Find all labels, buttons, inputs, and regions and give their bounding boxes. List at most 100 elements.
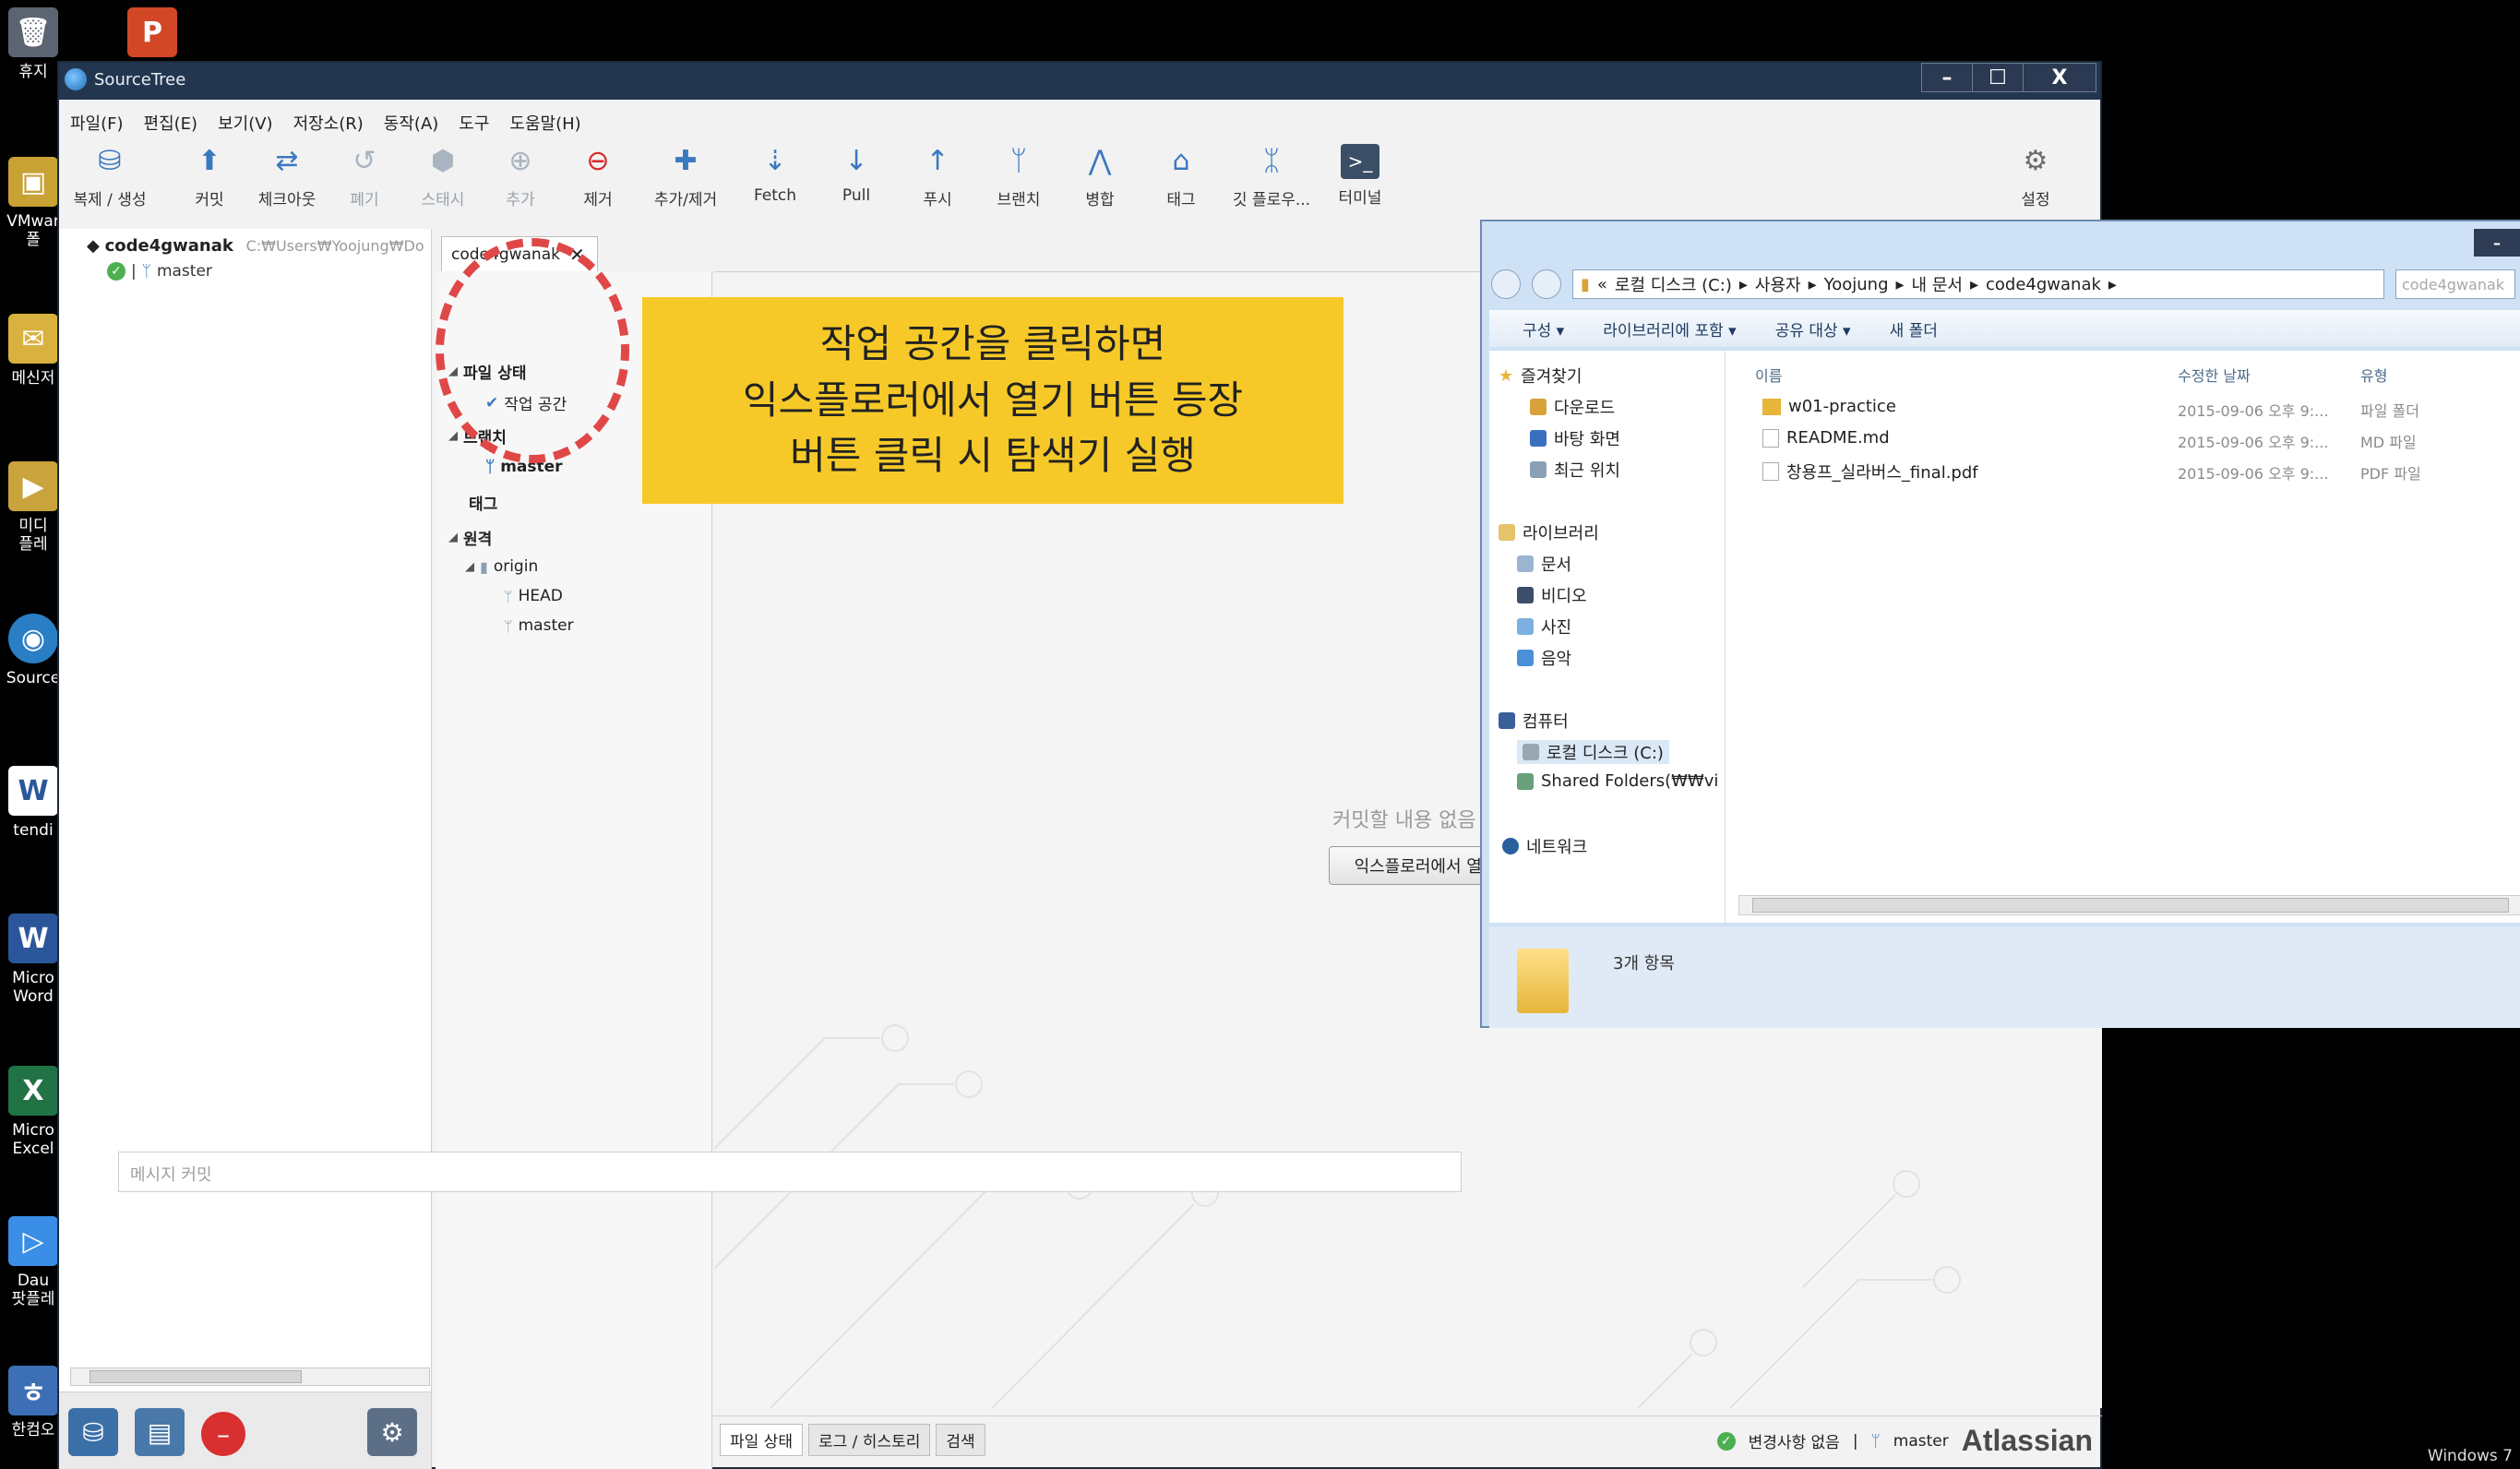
repo-bookmark[interactable]: ◆ code4gwanak C:₩Users₩Yoojung₩Do — [87, 236, 424, 256]
tag-button[interactable]: ⌂ 태그 — [1142, 140, 1220, 210]
settings-button[interactable]: ⚙ 설정 — [1997, 140, 2074, 210]
commit-button[interactable]: ⬆ 커밋 — [177, 140, 242, 210]
network-drive-icon — [1517, 772, 1534, 790]
desktop-icon-potplayer[interactable]: ▷ Dau 팟플레 — [6, 1216, 61, 1318]
back-button[interactable] — [1491, 269, 1521, 299]
discard-button[interactable]: ↺ 폐기 — [332, 140, 397, 210]
desktop-icon-recycle-bin[interactable]: 🗑 휴지 — [6, 7, 61, 109]
breadcrumb-local-disk[interactable]: 로컬 디스크 (C:) — [1615, 272, 1732, 296]
column-modified[interactable]: 수정한 날짜 — [2178, 364, 2251, 386]
tree-origin-head[interactable]: ᛘ HEAD — [504, 587, 563, 605]
desktop-icon-sourcetree[interactable]: ◉ Source — [6, 614, 61, 715]
tab-log-history[interactable]: 로그 / 히스토리 — [807, 1424, 931, 1456]
nav-label: 라이브러리 — [1523, 524, 1599, 543]
tree-tags[interactable]: 태그 — [469, 491, 497, 514]
search-input[interactable]: code4gwanak — [2395, 269, 2515, 299]
fetch-button[interactable]: ⇣ Fetch — [736, 140, 814, 206]
desktop-icon-messenger[interactable]: ✉ 메신저 — [6, 314, 61, 415]
database-add-icon: ⛁ — [82, 1416, 104, 1448]
add-remove-icon: ✚ — [674, 144, 698, 177]
terminal-button[interactable]: >_ 터미널 — [1321, 140, 1399, 208]
nav-libraries[interactable]: 라이브러리 — [1499, 520, 1599, 544]
forward-button[interactable] — [1532, 269, 1561, 299]
file-row[interactable]: 창용프_실라버스_final.pdf — [1762, 460, 1978, 484]
nav-network[interactable]: 네트워크 — [1502, 834, 1587, 858]
include-library-button[interactable]: 라이브러리에 포함 ▾ — [1603, 317, 1736, 340]
remove-button[interactable]: ⊖ 제거 — [559, 140, 637, 210]
minimize-button[interactable]: – — [1921, 63, 1973, 92]
nav-favorites[interactable]: ★ 즐겨찾기 — [1499, 364, 1582, 388]
new-repo-button[interactable]: ⛁ — [68, 1408, 118, 1456]
os-label: Windows 7 — [2427, 1447, 2513, 1465]
desktop-icon-tendi[interactable]: W tendi — [6, 766, 61, 867]
maximize-button[interactable]: ☐ — [1972, 63, 2024, 92]
menu-actions[interactable]: 동작(A) — [384, 111, 438, 135]
repo-settings-button[interactable]: ⚙ — [367, 1408, 417, 1456]
nav-local-disk[interactable]: 로컬 디스크 (C:) — [1517, 740, 1669, 764]
clone-create-button[interactable]: ⛁ 복제 / 생성 — [59, 140, 161, 210]
tree-origin[interactable]: ◢ ▮ origin — [465, 557, 538, 576]
nav-documents[interactable]: 문서 — [1517, 552, 1571, 576]
desktop-icon-word[interactable]: W Micro Word — [6, 914, 61, 1015]
scrollbar-thumb[interactable] — [90, 1370, 302, 1383]
breadcrumb-yoojung[interactable]: Yoojung — [1824, 275, 1889, 294]
remove-repo-button[interactable]: – — [201, 1412, 245, 1456]
push-icon: ↑ — [926, 144, 949, 177]
branch-button[interactable]: ᛘ 브랜치 — [980, 140, 1057, 210]
tab-search[interactable]: 검색 — [936, 1424, 985, 1456]
explorer-horizontal-scrollbar[interactable] — [1738, 895, 2520, 915]
breadcrumb-users[interactable]: 사용자 — [1755, 272, 1801, 296]
add-remove-button[interactable]: ✚ 추가/제거 — [637, 140, 735, 210]
menu-view[interactable]: 보기(V) — [218, 111, 272, 135]
tree-remotes[interactable]: ◢ 원격 — [448, 526, 492, 549]
toolbar-label: 설정 — [2021, 191, 2050, 209]
address-bar[interactable]: ▮ « 로컬 디스크 (C:) ▸ 사용자 ▸ Yoojung ▸ 내 문서 ▸… — [1572, 269, 2384, 299]
toolbar-label: 제거 — [583, 191, 613, 209]
desktop-icon-media[interactable]: ▶ 미디 플레 — [6, 461, 61, 563]
tree-origin-master[interactable]: ᛘ master — [504, 616, 574, 635]
column-name[interactable]: 이름 — [1755, 364, 1782, 386]
toolbar-label: 커밋 — [195, 191, 224, 209]
add-button[interactable]: ⊕ 추가 — [482, 140, 559, 210]
file-row[interactable]: README.md — [1762, 428, 1890, 448]
pull-button[interactable]: ↓ Pull — [818, 140, 895, 206]
tab-file-status[interactable]: 파일 상태 — [720, 1424, 803, 1456]
stash-button[interactable]: ⬢ 스태시 — [404, 140, 482, 210]
organize-button[interactable]: 구성 ▾ — [1523, 317, 1564, 340]
nav-shared-folders[interactable]: Shared Folders(₩₩vi — [1517, 771, 1718, 791]
git-flow-button[interactable]: ᛯ 깃 플로우... — [1224, 140, 1320, 210]
explorer-minimize-button[interactable]: – — [2474, 229, 2520, 257]
nav-music[interactable]: 음악 — [1517, 646, 1571, 670]
checkout-button[interactable]: ⇄ 체크아웃 — [245, 140, 328, 210]
share-with-button[interactable]: 공유 대상 ▾ — [1775, 317, 1851, 340]
sidebar-horizontal-scrollbar[interactable] — [70, 1367, 430, 1386]
current-branch-status: master — [1893, 1431, 1949, 1451]
close-button[interactable]: X — [2023, 63, 2096, 92]
breadcrumb-code4gwanak[interactable]: code4gwanak — [1986, 275, 2101, 294]
nav-recent[interactable]: 최근 위치 — [1530, 458, 1620, 482]
navigation-pane: ★ 즐겨찾기 다운로드 바탕 화면 최근 위치 라이브러리 문서 비디오 사진 음… — [1489, 351, 1726, 923]
desktop-icon-excel[interactable]: X Micro Excel — [6, 1066, 61, 1167]
menu-file[interactable]: 파일(F) — [70, 111, 124, 135]
file-modified: 2015-09-06 오후 9:... — [2178, 402, 2329, 420]
menu-help[interactable]: 도움말(H) — [509, 111, 580, 135]
desktop-icon-vmware[interactable]: ▣ VMwar 폴 — [6, 157, 61, 258]
commit-message-input[interactable]: 메시지 커밋 — [118, 1152, 1462, 1192]
new-folder-button[interactable]: ▤ — [135, 1408, 185, 1456]
breadcrumb-documents[interactable]: 내 문서 — [1912, 272, 1963, 296]
menu-repository[interactable]: 저장소(R) — [293, 111, 364, 135]
nav-computer[interactable]: 컴퓨터 — [1499, 709, 1569, 733]
merge-button[interactable]: ⋀ 병합 — [1061, 140, 1139, 210]
nav-desktop[interactable]: 바탕 화면 — [1530, 426, 1620, 450]
push-button[interactable]: ↑ 푸시 — [899, 140, 976, 210]
new-folder-button[interactable]: 새 폴더 — [1890, 317, 1938, 340]
column-type[interactable]: 유형 — [2360, 364, 2387, 386]
file-row[interactable]: w01-practice — [1762, 397, 1896, 416]
nav-downloads[interactable]: 다운로드 — [1530, 395, 1615, 419]
menu-tools[interactable]: 도구 — [459, 111, 489, 135]
scrollbar-thumb[interactable] — [1752, 898, 2509, 913]
nav-pictures[interactable]: 사진 — [1517, 615, 1571, 639]
nav-videos[interactable]: 비디오 — [1517, 583, 1587, 607]
desktop-icon-hancom[interactable]: ㅎ 한컴오 — [6, 1366, 61, 1467]
menu-edit[interactable]: 편집(E) — [144, 111, 198, 135]
